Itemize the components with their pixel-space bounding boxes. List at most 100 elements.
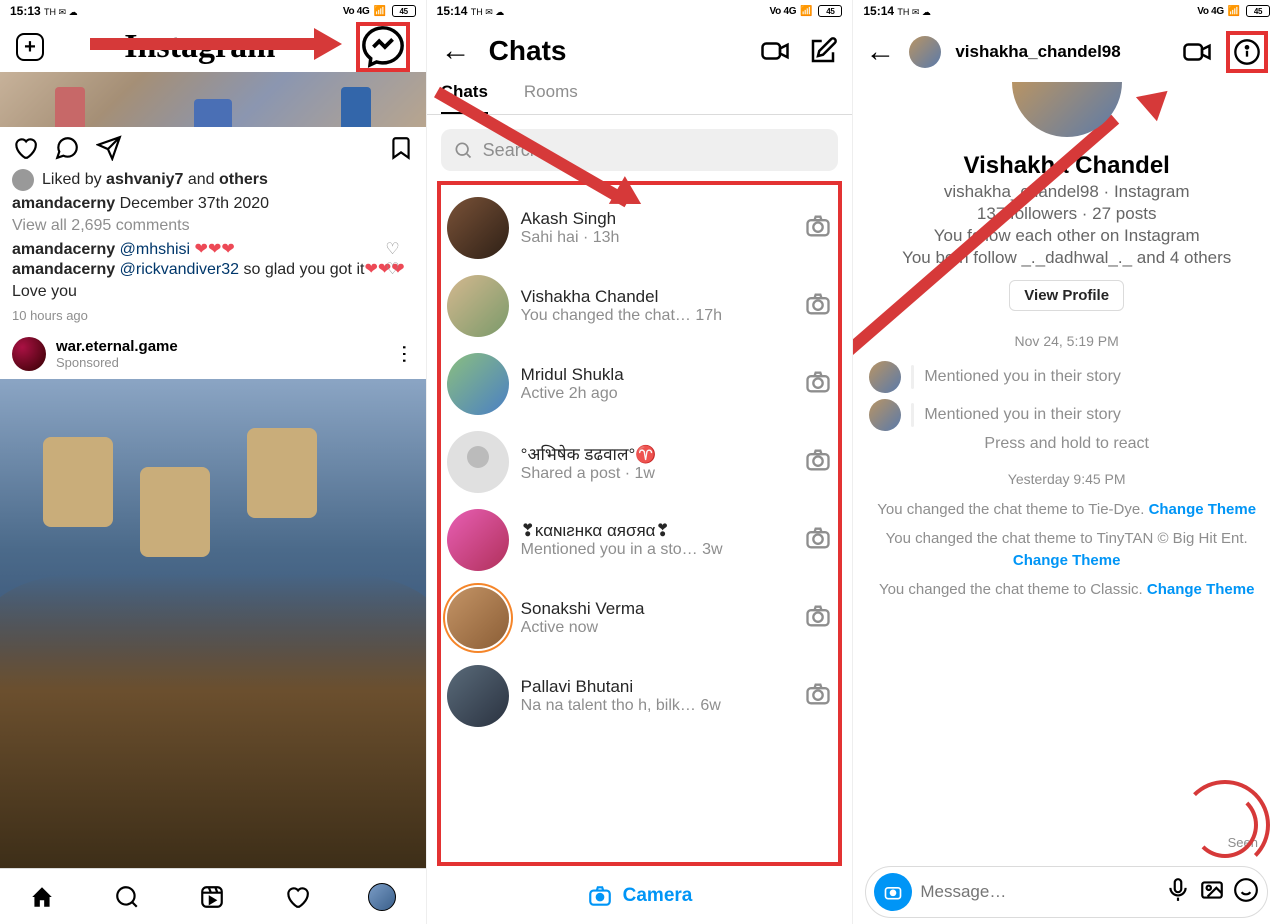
- chat-row[interactable]: Mridul ShuklaActive 2h ago: [441, 345, 839, 423]
- status-bar: 15:14 TH ✉ ☁ Vo 4G📶45: [853, 0, 1280, 22]
- message-input[interactable]: [920, 882, 1157, 902]
- more-icon[interactable]: ⋯: [394, 344, 414, 364]
- liker-avatar[interactable]: [12, 169, 34, 191]
- dm-thread-screen: 15:14 TH ✉ ☁ Vo 4G📶45 ← vishakha_chandel…: [853, 0, 1280, 924]
- profile-fullname: Vishakha Chandel: [873, 152, 1260, 180]
- message-input-bar: [865, 866, 1268, 918]
- camera-icon[interactable]: [804, 368, 832, 401]
- post-meta: Liked by ashvaniy7 and others amandacern…: [0, 169, 426, 323]
- search-icon[interactable]: [114, 884, 140, 910]
- liker-link[interactable]: ashvaniy7: [106, 171, 183, 188]
- profile-summary: Vishakha Chandel vishakha_chandel98 · In…: [853, 82, 1280, 311]
- story-mention[interactable]: Mentioned you in their story: [869, 399, 1264, 431]
- chat-avatar[interactable]: [447, 431, 509, 493]
- mention-link[interactable]: @mhshisi: [115, 241, 194, 258]
- mic-icon[interactable]: [1165, 877, 1191, 908]
- sticker-icon[interactable]: [1233, 877, 1259, 908]
- messenger-button[interactable]: [356, 22, 410, 72]
- system-message: You changed the chat theme to TinyTAN © …: [869, 528, 1264, 573]
- view-comments[interactable]: View all 2,695 comments: [12, 217, 414, 235]
- activity-icon[interactable]: [284, 884, 310, 910]
- like-comment-icon[interactable]: ♡: [385, 239, 399, 259]
- view-profile-button[interactable]: View Profile: [1009, 280, 1124, 311]
- chat-avatar[interactable]: [447, 353, 509, 415]
- video-call-icon[interactable]: [760, 36, 790, 66]
- chat-avatar[interactable]: [447, 587, 509, 649]
- home-icon[interactable]: [29, 884, 55, 910]
- system-message: You changed the chat theme to Classic. C…: [869, 579, 1264, 602]
- msg-avatar[interactable]: [869, 361, 901, 393]
- system-message: You changed the chat theme to Tie-Dye. C…: [869, 499, 1264, 522]
- camera-shortcut-icon[interactable]: [874, 873, 912, 911]
- bottom-nav: [0, 868, 426, 924]
- chat-row[interactable]: Akash SinghSahi hai · 13h: [441, 189, 839, 267]
- camera-icon[interactable]: [804, 524, 832, 557]
- author-link[interactable]: amandacerny: [12, 195, 115, 212]
- camera-icon[interactable]: [804, 602, 832, 635]
- camera-icon[interactable]: [804, 290, 832, 323]
- reels-icon[interactable]: [199, 884, 225, 910]
- chats-header: ← Chats: [427, 22, 853, 80]
- chat-list-highlight: Akash SinghSahi hai · 13h Vishakha Chand…: [437, 181, 843, 866]
- chat-row[interactable]: Sonakshi VermaActive now: [441, 579, 839, 657]
- header-avatar[interactable]: [909, 36, 941, 68]
- chat-row[interactable]: Vishakha ChandelYou changed the chat… 17…: [441, 267, 839, 345]
- react-hint: Press and hold to react: [869, 435, 1264, 453]
- change-theme-link[interactable]: Change Theme: [1149, 501, 1257, 518]
- chat-row[interactable]: °अभिषेक डढवाल°♈Shared a post · 1w: [441, 423, 839, 501]
- sponsor-avatar[interactable]: [12, 337, 46, 371]
- mention-link[interactable]: @rickvandiver32: [115, 261, 243, 278]
- chats-screen: 15:14 TH ✉ ☁ Vo 4G📶45 ← Chats Chats Room…: [427, 0, 854, 924]
- search-icon: [453, 140, 473, 160]
- messages[interactable]: Nov 24, 5:19 PM Mentioned you in their s…: [853, 311, 1280, 860]
- sponsored-header[interactable]: war.eternal.gameSponsored ⋯: [0, 323, 426, 379]
- back-icon[interactable]: ←: [865, 35, 895, 69]
- chat-row[interactable]: ❣καɴιƨнκα αяσяα❣Mentioned you in a sto… …: [441, 501, 839, 579]
- compose-icon[interactable]: [808, 36, 838, 66]
- instagram-logo: Instagram: [124, 28, 275, 66]
- tabs: Chats Rooms: [427, 82, 853, 114]
- profile-avatar[interactable]: [368, 883, 396, 911]
- feed-screen: 15:13 TH ✉ ☁ Vo 4G📶45 + Instagram Liked …: [0, 0, 427, 924]
- sponsored-image[interactable]: [0, 379, 426, 868]
- video-call-icon[interactable]: [1182, 37, 1212, 67]
- thread-header: ← vishakha_chandel98: [853, 22, 1280, 82]
- new-post-button[interactable]: +: [16, 33, 44, 61]
- chat-avatar[interactable]: [447, 197, 509, 259]
- timestamp: 10 hours ago: [12, 308, 414, 323]
- back-icon[interactable]: ←: [441, 34, 471, 68]
- share-icon[interactable]: [96, 135, 122, 161]
- others-link[interactable]: others: [219, 171, 268, 188]
- like-icon[interactable]: [12, 135, 38, 161]
- date-divider: Yesterday 9:45 PM: [869, 471, 1264, 487]
- info-button[interactable]: [1226, 31, 1268, 73]
- like-comment-icon[interactable]: ♡: [385, 259, 399, 281]
- watermark-icon: [1180, 780, 1270, 870]
- feed-header: + Instagram: [0, 22, 426, 72]
- search-bar[interactable]: Search: [441, 129, 839, 171]
- profile-avatar[interactable]: [1012, 82, 1122, 137]
- header-username[interactable]: vishakha_chandel98: [955, 42, 1168, 62]
- chat-avatar[interactable]: [447, 509, 509, 571]
- page-title: Chats: [489, 35, 743, 67]
- camera-icon[interactable]: [804, 212, 832, 245]
- camera-icon[interactable]: [804, 446, 832, 479]
- gallery-icon[interactable]: [1199, 877, 1225, 908]
- status-bar: 15:14 TH ✉ ☁ Vo 4G📶45: [427, 0, 853, 22]
- bookmark-icon[interactable]: [388, 135, 414, 161]
- date-divider: Nov 24, 5:19 PM: [869, 333, 1264, 349]
- tab-rooms[interactable]: Rooms: [524, 82, 578, 114]
- tab-chats[interactable]: Chats: [441, 82, 488, 114]
- chat-row[interactable]: Pallavi BhutaniNa na talent tho h, bilk……: [441, 657, 839, 735]
- post-actions: [0, 127, 426, 169]
- chat-avatar[interactable]: [447, 275, 509, 337]
- change-theme-link[interactable]: Change Theme: [1013, 552, 1121, 569]
- story-mention[interactable]: Mentioned you in their story: [869, 361, 1264, 393]
- camera-icon[interactable]: [804, 680, 832, 713]
- camera-button[interactable]: Camera: [427, 868, 853, 924]
- post-image-1[interactable]: [0, 72, 426, 127]
- chat-avatar[interactable]: [447, 665, 509, 727]
- change-theme-link[interactable]: Change Theme: [1147, 581, 1255, 598]
- comment-icon[interactable]: [54, 135, 80, 161]
- msg-avatar[interactable]: [869, 399, 901, 431]
